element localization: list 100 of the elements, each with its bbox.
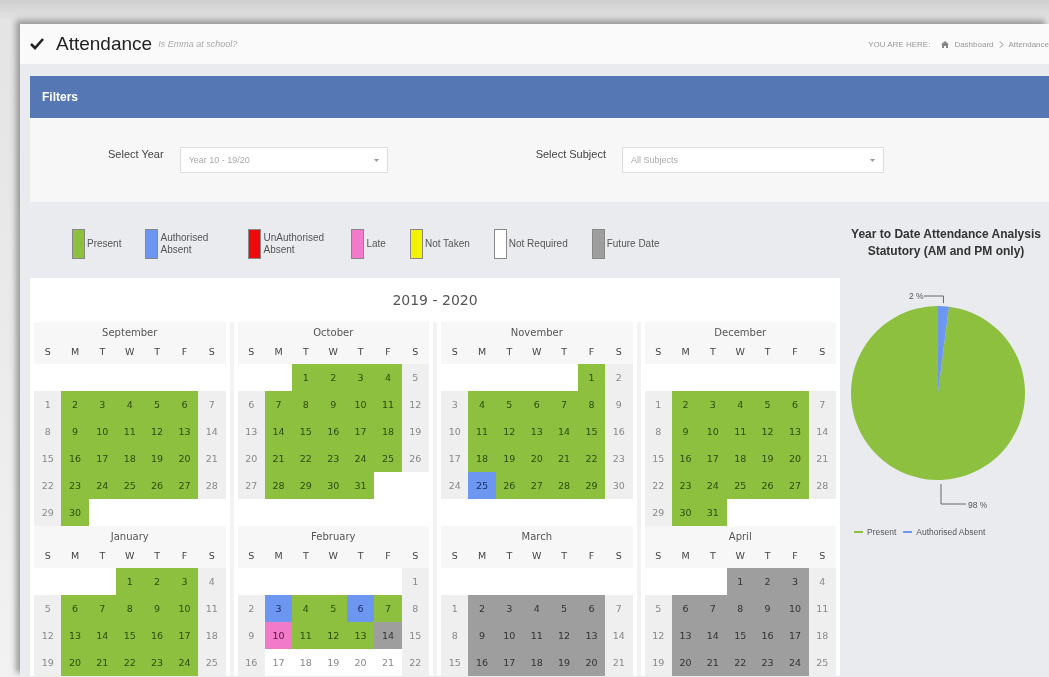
weekday-label: W	[327, 345, 339, 359]
weekday-label: S	[43, 549, 52, 563]
day-cell: 16	[671, 445, 700, 472]
weekday-label: M	[69, 345, 81, 359]
day-cell: 6	[170, 391, 199, 418]
weekday-label: S	[247, 345, 256, 359]
day-cell: 22	[292, 445, 320, 472]
legend-label: UnAuthorised Absent	[263, 231, 326, 257]
day-cell: 10	[495, 622, 524, 649]
day-cell: 17	[441, 445, 469, 472]
day-cell: 17	[495, 649, 524, 676]
day-cell: 24	[781, 649, 809, 676]
month-name: September	[101, 327, 159, 340]
day-cell: 14	[699, 622, 727, 649]
year-title: 2019 - 2020	[391, 291, 479, 310]
field-label: Select Year	[108, 148, 164, 160]
day-cell: 26	[753, 472, 782, 499]
day-cell: 9	[753, 595, 782, 622]
day-cell: 1	[116, 568, 144, 595]
day-cell: 23	[753, 649, 782, 676]
day-cell: 13	[170, 418, 199, 445]
weekday-label: S	[614, 549, 623, 563]
day-cell: 7	[374, 595, 402, 622]
day-cell: 8	[401, 595, 429, 622]
legend-label: Not Required	[508, 237, 568, 251]
day-cell: 6	[237, 391, 265, 418]
weekday-label: F	[180, 549, 189, 563]
weekday-label: S	[614, 345, 623, 359]
day-cell: 10	[441, 418, 469, 445]
weekday-label: S	[247, 549, 256, 563]
day-cell: 10	[170, 595, 199, 622]
day-cell: 30	[605, 472, 633, 499]
day-cell: 7	[808, 391, 836, 418]
day-cell: 2	[605, 364, 633, 391]
day-cell: 3	[781, 568, 809, 595]
legend-label: Authorised Absent	[160, 231, 210, 257]
select-field[interactable]: Year 10 - 19/20	[179, 147, 388, 173]
month-name: April	[727, 531, 753, 544]
day-cell: 6	[671, 595, 700, 622]
select-field[interactable]: All Subjects	[622, 147, 884, 173]
day-cell: 18	[808, 622, 836, 649]
day-cell: 16	[753, 622, 782, 649]
month-name: November	[509, 327, 564, 340]
weekday-label: S	[43, 345, 52, 359]
day-cell: 6	[61, 595, 89, 622]
day-cell: 28	[198, 472, 226, 499]
day-cell: 17	[170, 622, 199, 649]
day-cell: 11	[523, 622, 551, 649]
day-cell: 25	[116, 472, 144, 499]
day-cell: 19	[495, 445, 524, 472]
page-title: Attendance	[56, 33, 153, 55]
day-cell: 1	[644, 391, 672, 418]
day-cell: 8	[726, 595, 754, 622]
day-cell: 1	[292, 364, 320, 391]
chevron-icon	[998, 40, 1004, 48]
day-cell: 18	[726, 445, 754, 472]
weekday-label: W	[734, 549, 746, 563]
day-cell: 14	[374, 622, 402, 649]
day-cell: 20	[237, 445, 265, 472]
day-cell: 2	[671, 391, 700, 418]
day-cell: 15	[292, 418, 320, 445]
day-cell: 5	[644, 595, 672, 622]
weekday-label: T	[301, 345, 310, 359]
day-cell: 5	[753, 391, 782, 418]
day-cell: 21	[808, 445, 836, 472]
weekday-label: T	[763, 549, 772, 563]
day-cell: 4	[198, 568, 226, 595]
weekday-label: F	[180, 345, 189, 359]
day-cell: 2	[61, 391, 89, 418]
day-cell: 23	[605, 445, 633, 472]
day-cell: 23	[671, 472, 700, 499]
day-cell: 5	[401, 364, 429, 391]
day-cell: 2	[143, 568, 171, 595]
weekday-label: M	[476, 549, 488, 563]
day-cell: 26	[401, 445, 429, 472]
leader-line	[923, 295, 944, 304]
weekday-label: S	[450, 345, 459, 359]
day-cell: 4	[726, 391, 754, 418]
day-cell: 7	[550, 391, 578, 418]
day-cell: 11	[468, 418, 496, 445]
day-cell: 4	[292, 595, 320, 622]
day-cell: 9	[468, 622, 496, 649]
day-cell: 9	[143, 595, 171, 622]
day-cell: 10	[781, 595, 809, 622]
day-cell: 8	[441, 622, 469, 649]
day-cell: 25	[808, 649, 836, 676]
day-cell: 3	[441, 391, 469, 418]
weekday-label: T	[98, 345, 107, 359]
breadcrumb-link[interactable]: Attendance	[1008, 39, 1049, 49]
day-cell: 3	[699, 391, 727, 418]
day-cell: 20	[577, 649, 606, 676]
day-cell: 19	[644, 649, 672, 676]
day-cell: 28	[550, 472, 578, 499]
month-name: March	[520, 531, 553, 544]
day-cell: 13	[671, 622, 700, 649]
day-cell: 25	[374, 445, 402, 472]
breadcrumb-link[interactable]: Dashboard	[954, 39, 994, 49]
day-cell: 6	[346, 595, 375, 622]
day-cell: 12	[401, 391, 429, 418]
field-label: Select Subject	[535, 148, 606, 160]
